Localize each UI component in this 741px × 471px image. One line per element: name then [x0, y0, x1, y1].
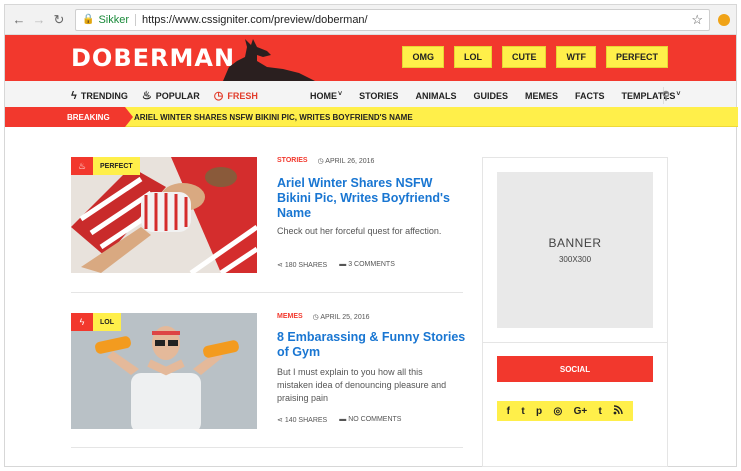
browser-toolbar: ← → ↻ 🔒 Sikker https://www.cssigniter.co… — [5, 5, 736, 35]
menu-item-memes[interactable]: MEMES — [525, 91, 558, 101]
comment-icon: ▬ — [339, 261, 349, 268]
post-card: ϟ LOL MEMES ◷ APRIL 25, 2016 8 Embarassi… — [71, 313, 465, 430]
tumblr-icon[interactable]: t — [599, 406, 602, 417]
breaking-label: BREAKING — [5, 107, 133, 127]
search-icon[interactable]: ⚲ — [662, 89, 670, 102]
menu-item-animals[interactable]: ANIMALS — [415, 91, 456, 101]
site-logo[interactable]: DOBERMAN. — [71, 44, 245, 72]
post-meta: MEMES ◷ APRIL 25, 2016 — [277, 313, 370, 321]
menu-item-templates[interactable]: TEMPLATES˅ — [622, 91, 681, 101]
post-title[interactable]: 8 Embarassing & Funny Stories of Gym — [277, 330, 467, 360]
lock-icon: 🔒 — [82, 14, 95, 25]
post-date-text: APRIL 26, 2016 — [325, 158, 375, 165]
post-excerpt: But I must explain to you how all this m… — [277, 367, 447, 403]
extension-icon[interactable] — [718, 13, 730, 26]
flame-icon: ♨ — [71, 157, 93, 175]
menu-item-facts[interactable]: FACTS — [575, 91, 605, 101]
chevron-down-icon: ˅ — [338, 90, 343, 98]
banner-size: 300X300 — [558, 255, 592, 264]
address-separator — [135, 13, 137, 26]
post-comments-text: NO COMMENTS — [348, 416, 402, 423]
sidebar: BANNER 300X300 SOCIAL f t p ◎ G+ t — [482, 157, 668, 467]
post-shares: ⋖ 140 SHARES — [277, 416, 327, 424]
nav-fresh-label: FRESH — [227, 90, 258, 101]
doberman-logo-icon — [223, 39, 315, 81]
post-comments[interactable]: ▬ NO COMMENTS — [339, 416, 401, 424]
post-divider — [71, 447, 463, 448]
nav-trending[interactable]: ϟ TRENDING — [71, 90, 128, 102]
tag-button-wtf[interactable]: WTF — [556, 46, 596, 68]
post-divider — [71, 292, 463, 293]
post-stats: ⋖ 140 SHARES ▬ NO COMMENTS — [277, 416, 401, 424]
rss-glyph — [613, 404, 623, 414]
nav-trending-label: TRENDING — [80, 90, 128, 101]
banner-ad[interactable]: BANNER 300X300 — [497, 172, 653, 328]
post-comments[interactable]: ▬ 3 COMMENTS — [339, 261, 395, 269]
pinterest-icon[interactable]: p — [536, 406, 542, 417]
bookmark-star-icon[interactable]: ☆ — [691, 12, 703, 28]
rss-icon[interactable] — [613, 404, 623, 418]
post-stats: ⋖ 180 SHARES ▬ 3 COMMENTS — [277, 261, 395, 269]
post-date: ◷ APRIL 25, 2016 — [313, 313, 370, 321]
tag-button-lol[interactable]: LOL — [453, 46, 492, 68]
flame-icon: ♨ — [141, 90, 152, 102]
nav-popular[interactable]: ♨ POPULAR — [142, 89, 200, 102]
post-title[interactable]: Ariel Winter Shares NSFW Bikini Pic, Wri… — [277, 176, 467, 221]
nav-filters: ϟ TRENDING ♨ POPULAR ◷ FRESH — [71, 81, 258, 110]
post-shares-text: 140 SHARES — [284, 417, 328, 424]
facebook-icon[interactable]: f — [507, 406, 510, 417]
menu-item-stories[interactable]: STORIES — [359, 91, 398, 101]
address-bar[interactable]: 🔒 Sikker https://www.cssigniter.com/prev… — [75, 8, 710, 31]
banner-title: BANNER — [548, 236, 602, 250]
chevron-down-icon: ˅ — [676, 90, 681, 98]
share-icon: ⋖ — [277, 262, 285, 269]
comment-icon: ▬ — [339, 416, 349, 423]
post-date-text: APRIL 25, 2016 — [320, 314, 370, 321]
back-icon[interactable]: ← — [11, 12, 27, 28]
nav-menu: HOME˅ STORIES ANIMALS GUIDES MEMES FACTS… — [310, 81, 680, 110]
url-text[interactable]: https://www.cssigniter.com/preview/dober… — [142, 14, 368, 26]
social-icons: f t p ◎ G+ t — [497, 401, 633, 421]
menu-item-guides[interactable]: GUIDES — [473, 91, 508, 101]
sidebar-divider — [483, 342, 667, 343]
menu-home-label: HOME — [310, 90, 337, 101]
nav-popular-label: POPULAR — [155, 90, 200, 101]
post-shares: ⋖ 180 SHARES — [277, 261, 327, 269]
tag-buttons: OMG LOL CUTE WTF PERFECT — [402, 46, 668, 68]
post-category[interactable]: MEMES — [277, 313, 303, 321]
tag-button-omg[interactable]: OMG — [402, 46, 444, 68]
menu-item-home[interactable]: HOME˅ — [310, 91, 342, 101]
tag-button-perfect[interactable]: PERFECT — [605, 46, 668, 68]
secure-label: Sikker — [98, 13, 130, 26]
logo-text: DOBERMAN — [71, 44, 236, 72]
lightning-icon: ϟ — [71, 89, 77, 102]
share-icon: ⋖ — [277, 417, 285, 424]
lightning-icon: ϟ — [71, 313, 93, 331]
forward-icon[interactable]: → — [31, 12, 47, 28]
post-comments-text: 3 COMMENTS — [348, 261, 395, 268]
instagram-icon[interactable]: ◎ — [554, 406, 563, 417]
twitter-icon[interactable]: t — [521, 406, 524, 417]
post-card: ♨ PERFECT STORIES ◷ APRIL 26, 2016 Ariel… — [71, 157, 463, 274]
breaking-headline[interactable]: ARIEL WINTER SHARES NSFW BIKINI PIC, WRI… — [134, 107, 413, 127]
nav-fresh[interactable]: ◷ FRESH — [214, 89, 258, 102]
post-shares-text: 180 SHARES — [284, 262, 328, 269]
breaking-news-bar: BREAKING ARIEL WINTER SHARES NSFW BIKINI… — [5, 107, 738, 127]
clock-icon: ◷ — [213, 90, 224, 102]
post-excerpt: Check out her forceful quest for affecti… — [277, 226, 442, 236]
site-header: DOBERMAN. OMG LOL CUTE WTF PERFECT — [5, 35, 736, 81]
main-nav: ϟ TRENDING ♨ POPULAR ◷ FRESH HOME˅ STORI… — [5, 81, 736, 110]
tag-button-cute[interactable]: CUTE — [501, 46, 547, 68]
post-badge[interactable]: LOL — [93, 313, 121, 331]
post-meta: STORIES ◷ APRIL 26, 2016 — [277, 157, 374, 165]
social-heading: SOCIAL — [497, 356, 653, 382]
reload-icon[interactable]: ↻ — [51, 12, 67, 28]
post-category[interactable]: STORIES — [277, 157, 308, 165]
post-date: ◷ APRIL 26, 2016 — [318, 157, 375, 165]
google-plus-icon[interactable]: G+ — [574, 406, 588, 417]
post-badge[interactable]: PERFECT — [93, 157, 140, 175]
